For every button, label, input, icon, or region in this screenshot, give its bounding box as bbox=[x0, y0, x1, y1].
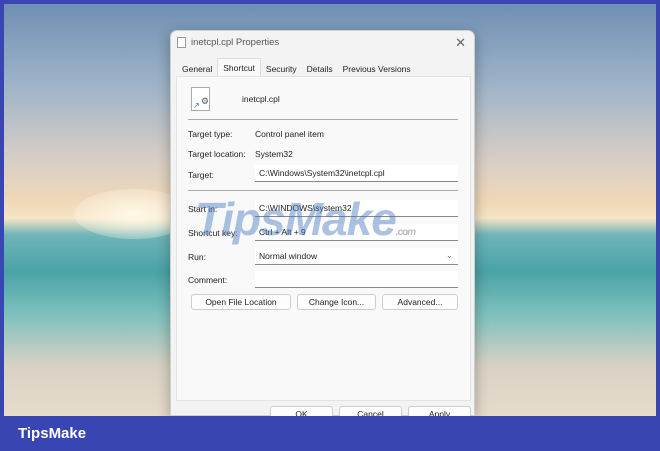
comment-label: Comment: bbox=[188, 275, 228, 285]
target-input[interactable]: C:\Windows\System32\inetcpl.cpl bbox=[255, 165, 458, 182]
target-label: Target: bbox=[188, 170, 214, 180]
run-label: Run: bbox=[188, 252, 206, 262]
footer-brand: TipsMake bbox=[18, 425, 87, 442]
open-file-location-button[interactable]: Open File Location bbox=[191, 294, 291, 310]
divider bbox=[188, 190, 458, 191]
change-icon-button[interactable]: Change Icon... bbox=[297, 294, 376, 310]
comment-input[interactable] bbox=[255, 271, 458, 288]
tab-shortcut[interactable]: Shortcut bbox=[217, 58, 261, 78]
target-type-label: Target type: bbox=[188, 129, 233, 139]
watermark-text: TipsMake bbox=[195, 193, 397, 245]
file-name: inetcpl.cpl bbox=[242, 94, 280, 104]
watermark-suffix: .com bbox=[395, 227, 416, 238]
file-icon: ⚙ ↗ bbox=[191, 87, 210, 111]
divider bbox=[188, 119, 458, 120]
watermark: TipsMake.com bbox=[195, 192, 416, 246]
run-select[interactable]: Normal window ⌄ bbox=[255, 248, 458, 265]
advanced-button[interactable]: Advanced... bbox=[382, 294, 458, 310]
target-location-label: Target location: bbox=[188, 149, 246, 159]
footer-bar bbox=[0, 416, 660, 451]
run-value: Normal window bbox=[259, 251, 318, 261]
window-title: inetcpl.cpl Properties bbox=[191, 37, 280, 48]
target-type-value: Control panel item bbox=[255, 129, 324, 139]
shortcut-file-icon bbox=[177, 37, 186, 48]
chevron-down-icon: ⌄ bbox=[445, 250, 453, 260]
target-location-value: System32 bbox=[255, 149, 293, 159]
title-bar: inetcpl.cpl Properties bbox=[177, 37, 279, 48]
close-button[interactable]: ✕ bbox=[455, 35, 466, 51]
